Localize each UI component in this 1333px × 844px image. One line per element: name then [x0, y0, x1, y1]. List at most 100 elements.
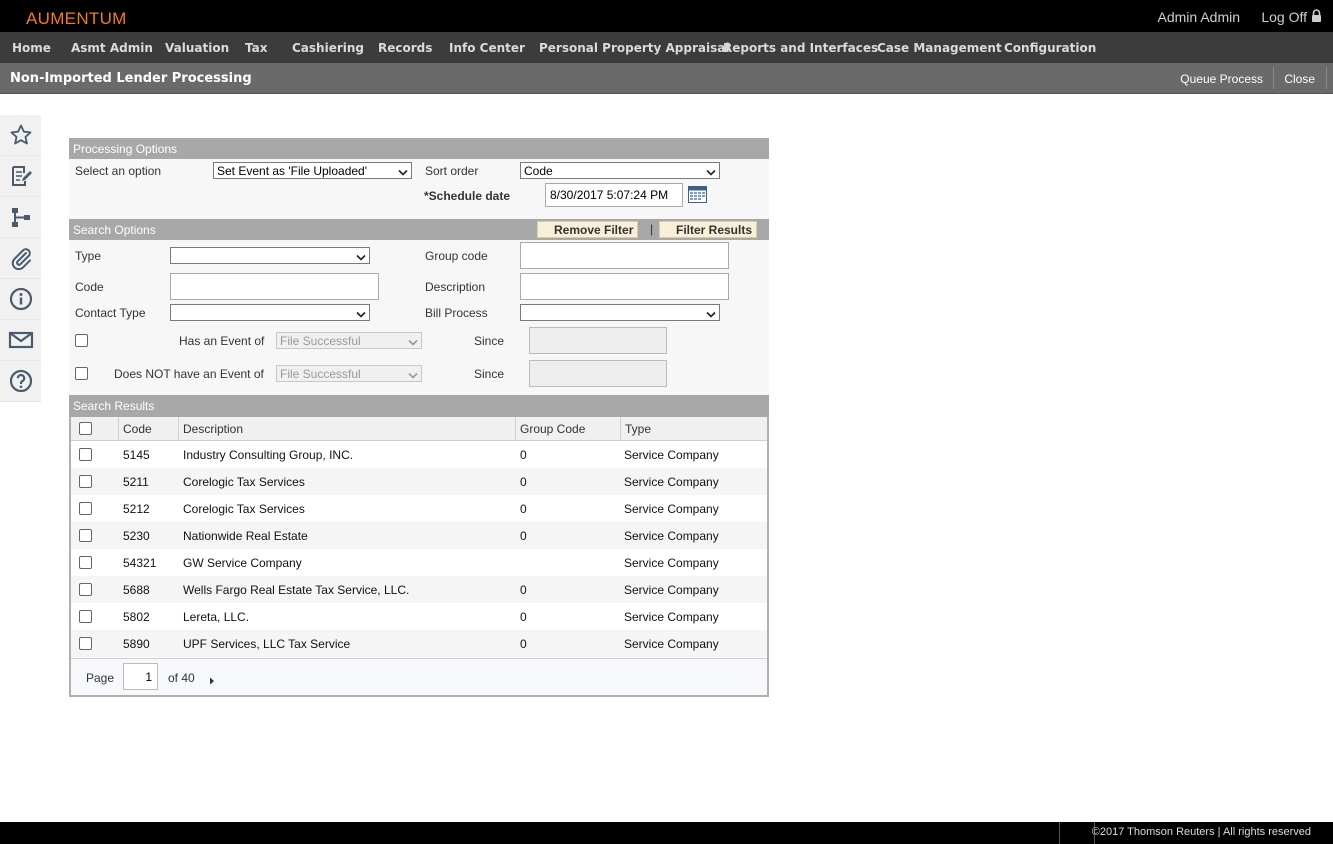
hierarchy-icon[interactable]: [0, 197, 41, 238]
column-header-description[interactable]: Description: [178, 417, 515, 441]
main-nav: Home Asmt Admin Valuation Tax Cashiering…: [0, 32, 1333, 63]
nav-cashiering[interactable]: Cashiering: [292, 41, 364, 55]
page-number-input[interactable]: 1: [123, 663, 158, 690]
contact-type-dropdown[interactable]: [170, 304, 370, 321]
column-header-code[interactable]: Code: [118, 417, 178, 441]
table-row[interactable]: 5211 Corelogic Tax Services 0 Service Co…: [71, 468, 767, 495]
group-code-input[interactable]: [520, 242, 729, 269]
row-code: 5212: [123, 502, 150, 516]
remove-filter-button[interactable]: Remove Filter: [537, 221, 639, 238]
select-option-value: Set Event as 'File Uploaded': [217, 164, 367, 178]
table-row[interactable]: 5890 UPF Services, LLC Tax Service 0 Ser…: [71, 630, 767, 657]
copyright-text: ©2017 Thomson Reuters | All rights reser…: [1091, 826, 1311, 838]
row-group-code: 0: [520, 610, 527, 624]
row-checkbox[interactable]: [79, 556, 92, 569]
queue-process-button[interactable]: Queue Process: [1180, 72, 1263, 86]
row-type: Service Company: [624, 556, 719, 570]
nav-asmt-admin[interactable]: Asmt Admin: [71, 41, 153, 55]
logoff-button[interactable]: Log Off: [1261, 9, 1322, 25]
calendar-icon[interactable]: [688, 186, 707, 206]
row-checkbox[interactable]: [79, 475, 92, 488]
mail-icon[interactable]: [0, 320, 41, 361]
nav-tax[interactable]: Tax: [245, 41, 267, 55]
row-checkbox[interactable]: [79, 637, 92, 650]
nav-personal-property-appraisal[interactable]: Personal Property Appraisal: [539, 41, 729, 55]
filter-separator: |: [650, 222, 654, 236]
nav-reports-and-interfaces[interactable]: Reports and Interfaces: [723, 41, 878, 55]
app-logo: AUMENTUM: [26, 9, 127, 28]
table-row[interactable]: 5212 Corelogic Tax Services 0 Service Co…: [71, 495, 767, 522]
has-event-since-input[interactable]: [529, 327, 667, 354]
next-page-icon[interactable]: [209, 674, 215, 688]
row-type: Service Company: [624, 637, 719, 651]
star-icon[interactable]: [0, 115, 41, 156]
table-row[interactable]: 5802 Lereta, LLC. 0 Service Company: [71, 603, 767, 630]
row-description: Nationwide Real Estate: [183, 529, 308, 543]
pager: Page 1 of 40: [71, 658, 767, 695]
row-group-code: 0: [520, 448, 527, 462]
nav-home[interactable]: Home: [12, 41, 51, 55]
table-row[interactable]: 5688 Wells Fargo Real Estate Tax Service…: [71, 576, 767, 603]
select-all-checkbox[interactable]: [79, 422, 92, 435]
info-icon[interactable]: [0, 279, 41, 320]
nav-configuration[interactable]: Configuration: [1004, 41, 1096, 55]
nav-case-management[interactable]: Case Management: [877, 41, 1002, 55]
not-event-checkbox[interactable]: [75, 367, 88, 380]
has-event-value: File Successful: [280, 334, 361, 348]
schedule-date-input[interactable]: 8/30/2017 5:07:24 PM: [545, 183, 683, 207]
nav-info-center[interactable]: Info Center: [449, 41, 525, 55]
row-group-code: 0: [520, 637, 527, 651]
page-label: Page: [86, 671, 115, 685]
table-row[interactable]: 5230 Nationwide Real Estate 0 Service Co…: [71, 522, 767, 549]
row-code: 5802: [123, 610, 150, 624]
description-input[interactable]: [520, 273, 729, 300]
sort-order-label: Sort order: [425, 164, 479, 178]
has-event-label: Has an Event of: [179, 334, 265, 348]
has-event-checkbox[interactable]: [75, 334, 88, 347]
row-checkbox[interactable]: [79, 610, 92, 623]
type-dropdown[interactable]: [170, 247, 370, 264]
row-code: 5211: [123, 475, 149, 489]
results-grid: Code Description Group Code Type 5145 In…: [69, 417, 769, 697]
processing-options-header: Processing Options: [69, 138, 769, 159]
sort-order-dropdown[interactable]: Code: [520, 162, 720, 179]
code-input[interactable]: [170, 273, 379, 300]
nav-records[interactable]: Records: [378, 41, 432, 55]
table-row[interactable]: 54321 GW Service Company Service Company: [71, 549, 767, 576]
chevron-down-icon: [398, 166, 408, 178]
row-checkbox[interactable]: [79, 448, 92, 461]
not-event-since-label: Since: [474, 367, 505, 381]
row-description: Industry Consulting Group, INC.: [183, 448, 354, 462]
column-header-type[interactable]: Type: [620, 417, 767, 441]
top-bar: AUMENTUM Admin Admin Log Off: [0, 0, 1333, 32]
paperclip-icon[interactable]: [0, 238, 41, 279]
row-type: Service Company: [624, 529, 719, 543]
row-checkbox[interactable]: [79, 529, 92, 542]
filter-results-button[interactable]: Filter Results: [659, 221, 758, 238]
chevron-down-icon: [408, 369, 418, 381]
row-checkbox[interactable]: [79, 583, 92, 596]
edit-document-icon[interactable]: [0, 156, 41, 197]
close-button[interactable]: Close: [1284, 72, 1315, 86]
sort-order-value: Code: [524, 164, 553, 178]
user-name[interactable]: Admin Admin: [1158, 9, 1240, 25]
has-event-dropdown[interactable]: File Successful: [276, 332, 422, 349]
search-results-header: Search Results: [69, 395, 769, 417]
table-row[interactable]: 5145 Industry Consulting Group, INC. 0 S…: [71, 441, 767, 468]
column-header-group-code[interactable]: Group Code: [515, 417, 620, 441]
header-divider: [1326, 67, 1327, 89]
results-grid-header: Code Description Group Code Type: [71, 417, 767, 441]
not-event-since-input[interactable]: [529, 360, 667, 387]
header-divider: [1273, 67, 1274, 89]
select-option-dropdown[interactable]: Set Event as 'File Uploaded': [213, 162, 412, 179]
row-code: 5688: [123, 583, 150, 597]
nav-valuation[interactable]: Valuation: [165, 41, 229, 55]
help-icon[interactable]: [0, 361, 41, 402]
row-type: Service Company: [624, 502, 719, 516]
row-checkbox[interactable]: [79, 502, 92, 515]
processing-options-body: Select an option Set Event as 'File Uplo…: [69, 159, 769, 219]
code-label: Code: [75, 280, 104, 294]
bill-process-dropdown[interactable]: [520, 304, 720, 321]
row-group-code: 0: [520, 502, 527, 516]
not-event-dropdown[interactable]: File Successful: [276, 365, 422, 382]
